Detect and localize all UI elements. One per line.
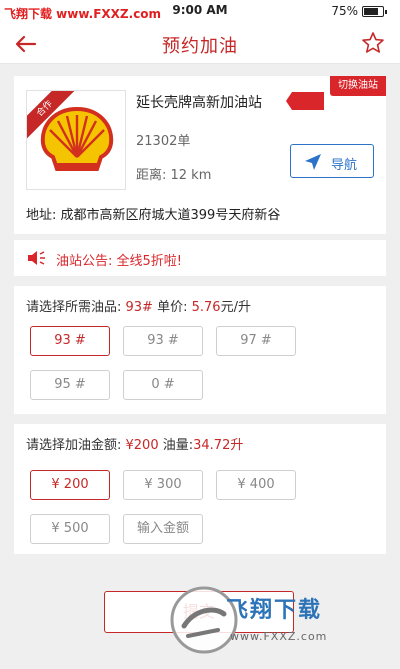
- watermark-url: www.FXXZ.com: [230, 630, 328, 643]
- amount-label-prefix: 请选择加油金额:: [26, 438, 126, 453]
- battery-percent: 75%: [331, 4, 358, 18]
- volume-label: 油量:: [158, 438, 194, 453]
- navigate-button[interactable]: 导航: [290, 144, 374, 178]
- distance: 距离: 12 km: [136, 168, 212, 183]
- station-logo: 合作: [26, 90, 126, 190]
- fuel-label: 请选择所需油品: 93# 单价: 5.76元/升: [26, 296, 251, 315]
- fuel-card: 请选择所需油品: 93# 单价: 5.76元/升 93 # 93 # 97 # …: [14, 286, 386, 414]
- price-unit: 元/升: [220, 300, 251, 315]
- star-icon[interactable]: [360, 30, 386, 56]
- fuel-option[interactable]: 0 #: [123, 370, 203, 400]
- fuel-option[interactable]: 95 #: [30, 370, 110, 400]
- nav-bar: 预约加油: [0, 24, 400, 64]
- order-count: 21302单: [136, 134, 191, 149]
- amount-option[interactable]: ¥ 300: [123, 470, 203, 500]
- fuel-option[interactable]: 93 #: [123, 326, 203, 356]
- amount-card: 请选择加油金额: ¥200 油量:34.72升 ¥ 200 ¥ 300 ¥ 40…: [14, 424, 386, 554]
- switch-station-button[interactable]: 切换油站: [330, 76, 386, 96]
- navigate-label: 导航: [331, 158, 358, 173]
- selected-fuel: 93#: [125, 300, 153, 315]
- flag-icon: [286, 92, 324, 110]
- custom-amount-input[interactable]: 输入金额: [123, 514, 203, 544]
- fuel-label-prefix: 请选择所需油品:: [26, 300, 126, 315]
- page-title: 预约加油: [162, 36, 238, 57]
- fuel-price: 5.76: [191, 300, 221, 315]
- notice-card: 油站公告: 全线5折啦!: [14, 240, 386, 276]
- notice-text: 油站公告: 全线5折啦!: [56, 254, 182, 269]
- selected-amount: ¥200: [125, 438, 159, 453]
- battery-icon: [362, 6, 387, 17]
- fuel-option[interactable]: 97 #: [216, 326, 296, 356]
- navigation-arrow-icon: [305, 154, 321, 170]
- speaker-icon: [28, 251, 45, 265]
- station-card: 合作 延长壳牌高新加油站 切换油站 21302单 距离: 12 km 导航 地址…: [14, 76, 386, 234]
- station-name: 延长壳牌高新加油站: [136, 95, 262, 111]
- price-label: 单价:: [152, 300, 192, 315]
- fuel-volume: 34.72升: [193, 438, 244, 453]
- amount-option[interactable]: ¥ 200: [30, 470, 110, 500]
- watermark-text: 飞翔下载: [226, 598, 323, 623]
- fuel-option[interactable]: 93 #: [30, 326, 110, 356]
- battery-level: [364, 8, 378, 15]
- amount-option[interactable]: ¥ 400: [216, 470, 296, 500]
- amount-label: 请选择加油金额: ¥200 油量:34.72升: [26, 434, 243, 453]
- amount-option[interactable]: ¥ 500: [30, 514, 110, 544]
- station-address: 地址: 成都市高新区府城大道399号天府新谷: [26, 208, 281, 223]
- status-bar: 飞翔下载 www.FXXZ.com 9:00 AM 75%: [0, 0, 400, 24]
